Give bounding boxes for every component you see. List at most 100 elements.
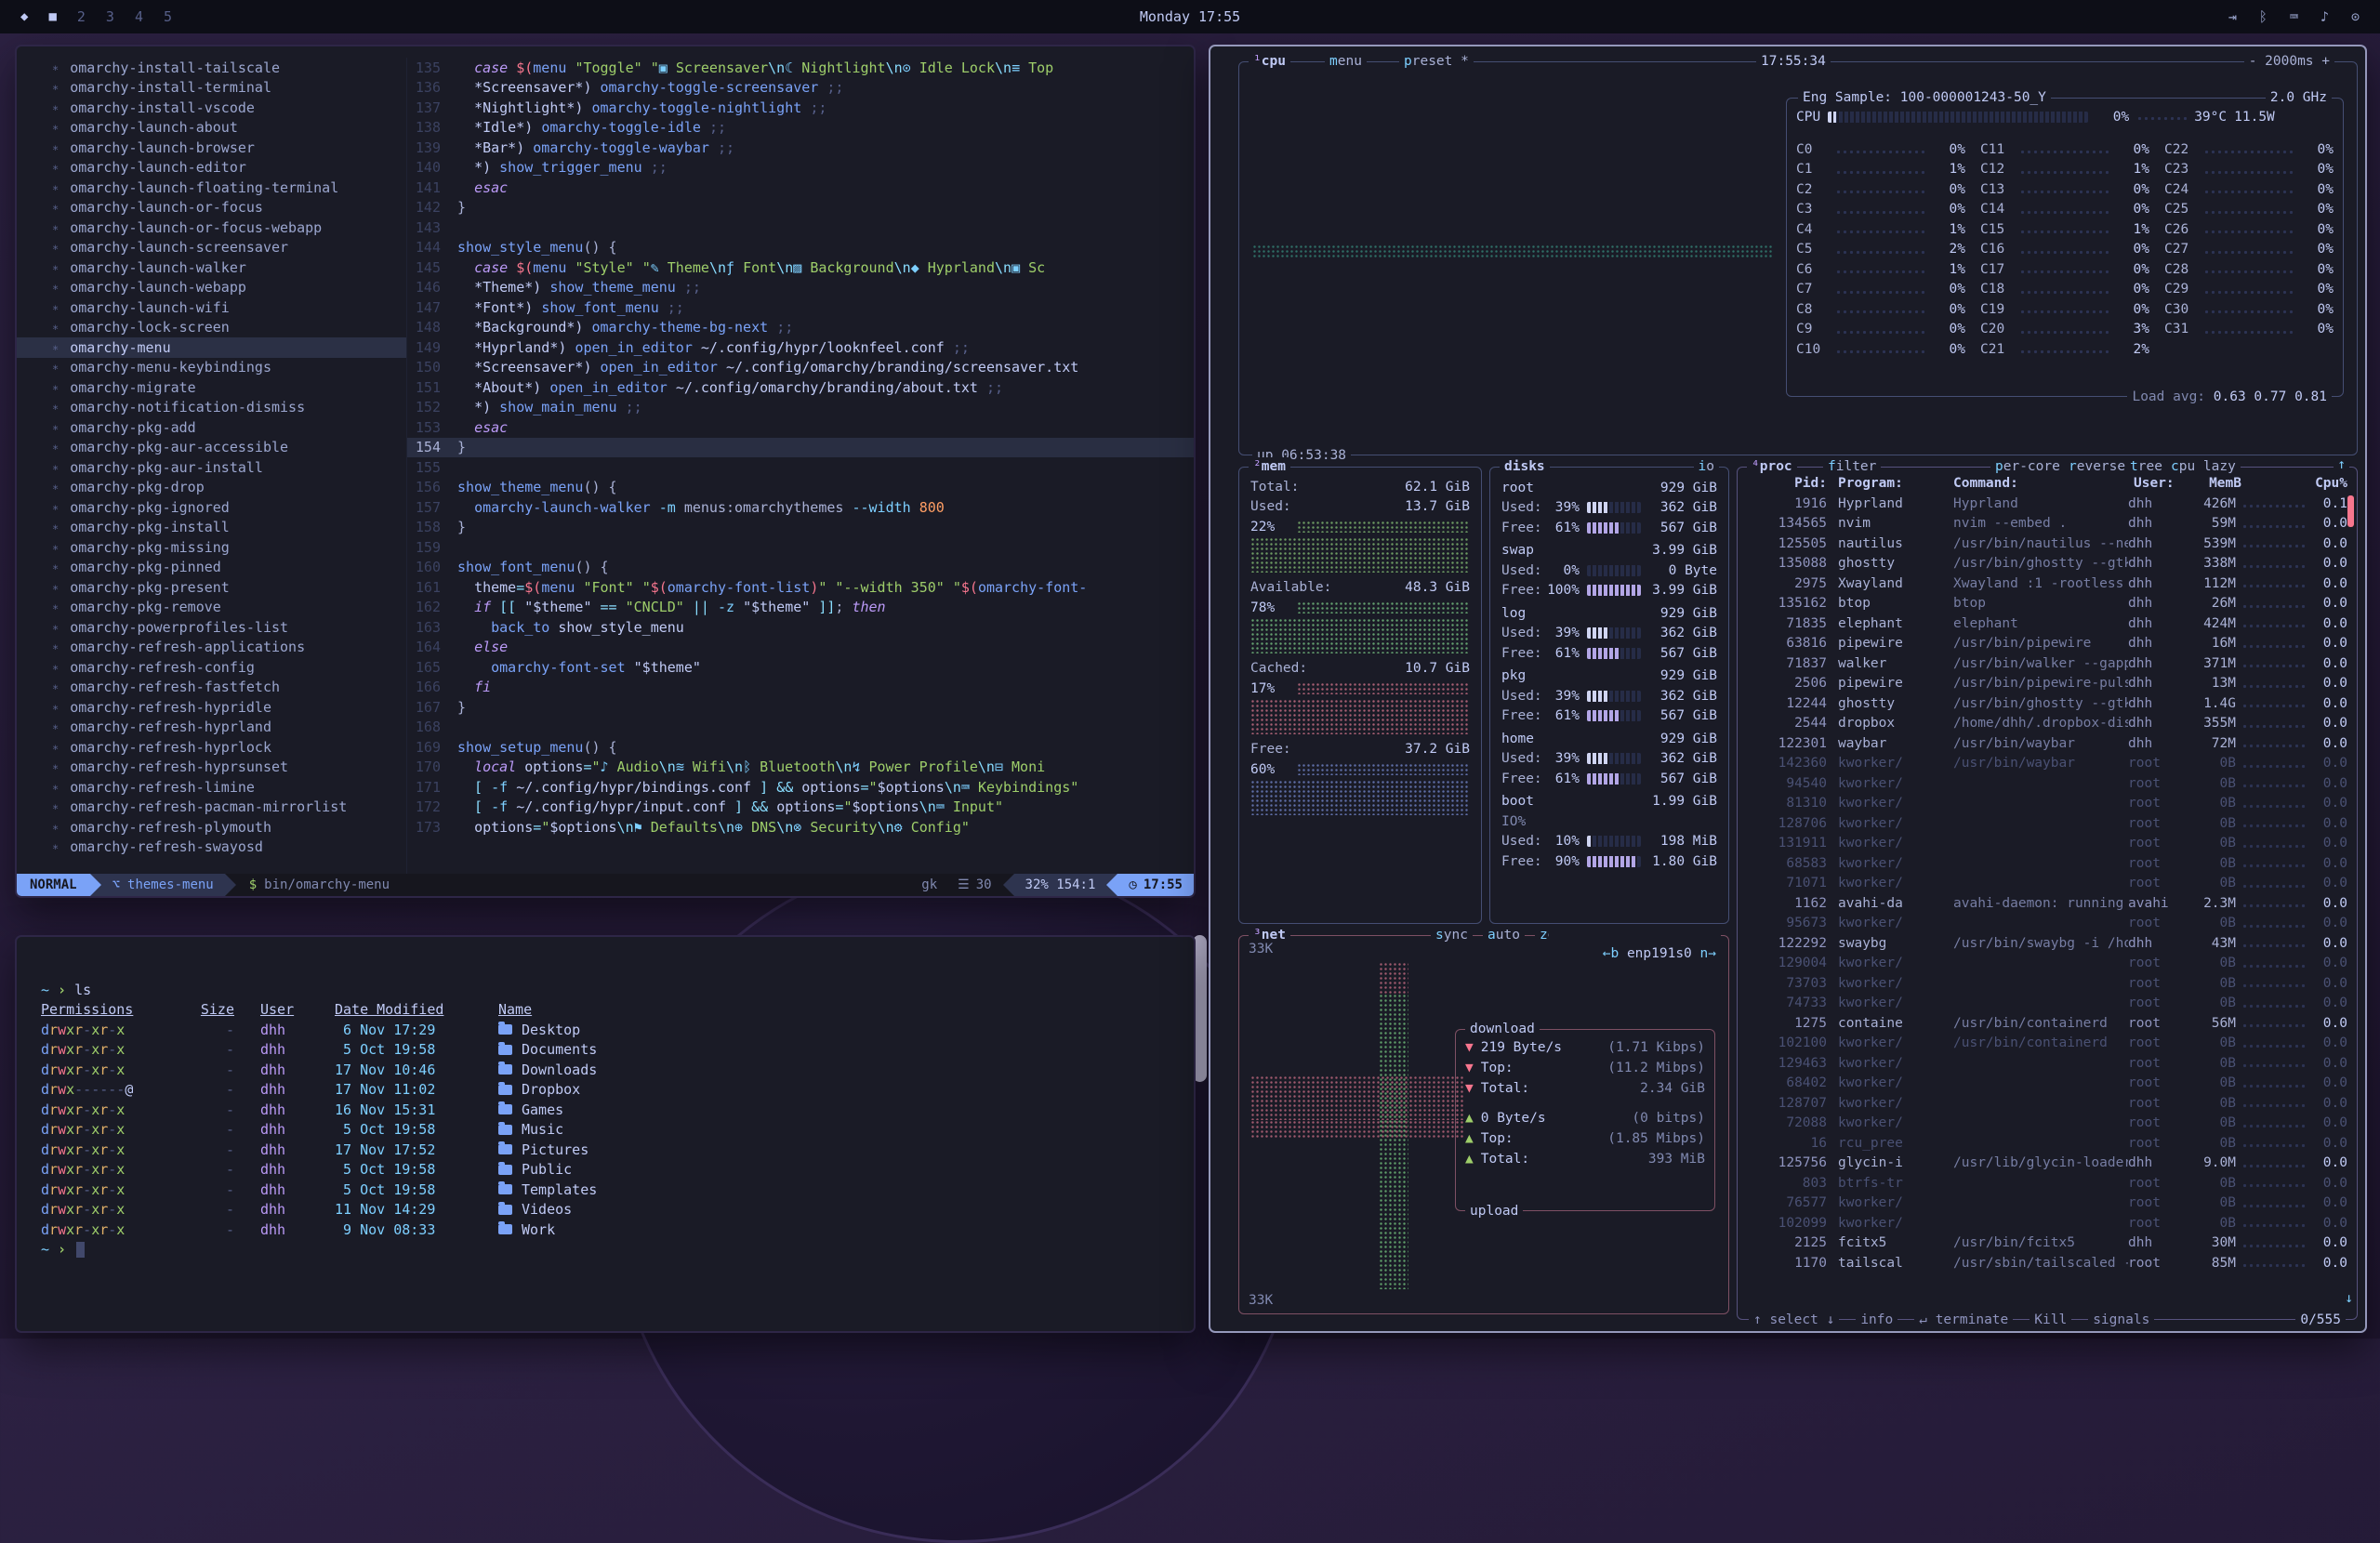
file-item[interactable]: ∗omarchy-refresh-hyprsunset [17, 758, 406, 778]
ls-row[interactable]: drwxr-xr-x-dhh 5 Oct 19:58Documents [41, 1040, 1170, 1061]
proc-column-header[interactable]: MemB [2193, 476, 2241, 491]
proc-row[interactable]: 71837walker/usr/bin/walker --gappldhh371… [1747, 653, 2347, 674]
file-item[interactable]: ∗omarchy-launch-floating-terminal [17, 178, 406, 198]
file-item[interactable]: ∗omarchy-pkg-pinned [17, 558, 406, 578]
code-area[interactable]: 135 case $(menu "Toggle" "▣ Screensaver\… [407, 58, 1194, 877]
prev-interface-icon[interactable]: ←b [1603, 946, 1619, 961]
ls-row[interactable]: drwx------@-dhh17 Nov 11:02Dropbox [41, 1080, 1170, 1101]
ls-row[interactable]: drwxr-xr-x-dhh 5 Oct 19:58Music [41, 1120, 1170, 1141]
proc-column-header[interactable]: Pid: [1747, 476, 1827, 491]
net-auto-button[interactable]: auto [1483, 926, 1525, 944]
file-list[interactable]: ∗omarchy-install-tailscale∗omarchy-insta… [17, 58, 407, 877]
ls-row[interactable]: drwxr-xr-x-dhh 6 Nov 17:29Desktop [41, 1020, 1170, 1040]
logout-icon[interactable]: ⇥ [2228, 8, 2237, 25]
proc-row[interactable]: 71835elephantelephantdhh424M0.0 [1747, 613, 2347, 634]
net-interface-switcher[interactable]: ←b enp191s0 n→ [1549, 926, 1721, 982]
file-item[interactable]: ∗omarchy-pkg-aur-install [17, 457, 406, 478]
proc-row[interactable]: 102100kworker//usr/bin/containerdroot0B0… [1747, 1034, 2347, 1054]
volume-icon[interactable]: ♪ [2320, 8, 2329, 25]
proc-row[interactable]: 128706kworker/root0B0.0 [1747, 813, 2347, 834]
proc-row[interactable]: 63816pipewire/usr/bin/pipewiredhh16M0.0 [1747, 634, 2347, 654]
file-item[interactable]: ∗omarchy-refresh-swayosd [17, 837, 406, 858]
proc-row[interactable]: 125756glycin-i/usr/lib/glycin-loadersdhh… [1747, 1154, 2347, 1174]
file-item[interactable]: ∗omarchy-pkg-install [17, 518, 406, 538]
file-item[interactable]: ∗omarchy-powerprofiles-list [17, 617, 406, 638]
file-item[interactable]: ∗omarchy-refresh-applications [17, 638, 406, 658]
file-item[interactable]: ∗omarchy-install-terminal [17, 78, 406, 99]
proc-row[interactable]: 2544dropbox/home/dhh/.dropbox-distdhh355… [1747, 714, 2347, 734]
file-item[interactable]: ∗omarchy-refresh-pacman-mirrorlist [17, 798, 406, 818]
proc-row[interactable]: 129004kworker/root0B0.0 [1747, 954, 2347, 974]
file-item[interactable]: ∗omarchy-launch-wifi [17, 297, 406, 318]
file-item[interactable]: ∗omarchy-launch-editor [17, 158, 406, 178]
cpu-panel-title[interactable]: ¹cpu [1249, 52, 1290, 71]
ls-row[interactable]: drwxr-xr-x-dhh 5 Oct 19:58Public [41, 1160, 1170, 1180]
scroll-down-indicator[interactable]: ↓ [2345, 1291, 2353, 1306]
file-item[interactable]: ∗omarchy-migrate [17, 377, 406, 398]
ls-row[interactable]: drwxr-xr-x-dhh 9 Nov 08:33Work [41, 1220, 1170, 1240]
keyboard-icon[interactable]: ⌨ [2290, 8, 2298, 25]
proc-row[interactable]: 134565nvimnvim --embed .dhh59M0.0 [1747, 514, 2347, 534]
file-item[interactable]: ∗omarchy-pkg-missing [17, 537, 406, 558]
net-sync-button[interactable]: sync [1431, 926, 1473, 944]
proc-column-header[interactable]: Cpu% [2241, 476, 2347, 491]
file-item[interactable]: ∗omarchy-launch-or-focus [17, 198, 406, 218]
select-control[interactable]: ↑ select ↓ [1749, 1311, 1839, 1329]
file-item[interactable]: ∗omarchy-launch-walker [17, 257, 406, 278]
proc-row[interactable]: 129463kworker/root0B0.0 [1747, 1053, 2347, 1074]
ls-row[interactable]: drwxr-xr-x-dhh17 Nov 17:52Pictures [41, 1140, 1170, 1160]
file-item[interactable]: ∗omarchy-launch-about [17, 118, 406, 138]
menu-button[interactable]: menu [1325, 52, 1367, 71]
file-item[interactable]: ∗omarchy-refresh-plymouth [17, 817, 406, 837]
proc-row[interactable]: 72088kworker/root0B0.0 [1747, 1114, 2347, 1134]
proc-row[interactable]: 16rcu_preeroot0B0.0 [1747, 1133, 2347, 1154]
io-mode-button[interactable]: io [1694, 457, 1719, 476]
info-button[interactable]: info [1856, 1311, 1897, 1329]
proc-row[interactable]: 128707kworker/root0B0.0 [1747, 1093, 2347, 1114]
update-interval-control[interactable]: - 2000ms + [2244, 52, 2334, 71]
proc-row[interactable]: 1916HyprlandHyprlanddhh426M0.1 [1747, 494, 2347, 514]
scroll-up-indicator[interactable]: ↑ [2334, 457, 2349, 472]
proc-row[interactable]: 73703kworker/root0B0.0 [1747, 973, 2347, 994]
proc-row[interactable]: 68583kworker/root0B0.0 [1747, 853, 2347, 874]
workspace-active-icon[interactable]: ■ [48, 9, 56, 24]
power-icon[interactable]: ⊙ [2351, 8, 2360, 25]
bluetooth-icon[interactable]: ᛒ [2259, 8, 2268, 25]
file-item[interactable]: ∗omarchy-refresh-hyprlock [17, 737, 406, 758]
signals-button[interactable]: signals [2088, 1311, 2154, 1329]
proc-row[interactable]: 68402kworker/root0B0.0 [1747, 1074, 2347, 1094]
proc-row[interactable]: 76577kworker/root0B0.0 [1747, 1194, 2347, 1214]
proc-row[interactable]: 125505nautilus/usr/bin/nautilus --newdhh… [1747, 534, 2347, 554]
proc-row[interactable]: 71071kworker/root0B0.0 [1747, 874, 2347, 894]
proc-row[interactable]: 2975XwaylandXwayland :1 -rootless -dhh11… [1747, 574, 2347, 594]
proc-row[interactable]: 1170tailscal/usr/sbin/tailscaled --root8… [1747, 1253, 2347, 1273]
proc-row[interactable]: 1162avahi-daavahi-daemon: running [avahi… [1747, 893, 2347, 914]
file-item[interactable]: ∗omarchy-pkg-remove [17, 598, 406, 618]
disks-panel-title[interactable]: disks [1500, 457, 1550, 476]
ls-row[interactable]: drwxr-xr-x-dhh 5 Oct 19:58Templates [41, 1180, 1170, 1200]
proc-row[interactable]: 94540kworker/root0B0.0 [1747, 773, 2347, 794]
file-item[interactable]: ∗omarchy-launch-webapp [17, 278, 406, 298]
file-item[interactable]: ∗omarchy-lock-screen [17, 318, 406, 338]
proc-row[interactable]: 142360kworker//usr/bin/waybarroot0B0.0 [1747, 754, 2347, 774]
proc-row[interactable]: 131911kworker/root0B0.0 [1747, 834, 2347, 854]
ls-row[interactable]: drwxr-xr-x-dhh16 Nov 15:31Games [41, 1100, 1170, 1120]
preset-button[interactable]: preset * [1399, 52, 1474, 71]
workspace-2[interactable]: 2 [77, 8, 86, 25]
file-item[interactable]: ∗omarchy-refresh-limine [17, 777, 406, 798]
next-interface-icon[interactable]: n→ [1700, 946, 1716, 961]
workspace-4[interactable]: 4 [135, 8, 143, 25]
workspace-3[interactable]: 3 [106, 8, 114, 25]
proc-row[interactable]: 81310kworker/root0B0.0 [1747, 794, 2347, 814]
proc-scrollbar[interactable] [2347, 495, 2354, 527]
file-item[interactable]: ∗omarchy-refresh-hypridle [17, 697, 406, 718]
file-item[interactable]: ∗omarchy-refresh-hyprland [17, 718, 406, 738]
workspace-5[interactable]: 5 [164, 8, 172, 25]
proc-column-header[interactable]: Program: [1838, 476, 1942, 491]
proc-row[interactable]: 135088ghostty/usr/bin/ghostty --gtk-dhh3… [1747, 554, 2347, 574]
proc-row[interactable]: 803btrfs-trroot0B0.0 [1747, 1173, 2347, 1194]
proc-row[interactable]: 74733kworker/root0B0.0 [1747, 994, 2347, 1014]
proc-row[interactable]: 12244ghostty/usr/bin/ghostty --gtk-dhh1.… [1747, 693, 2347, 714]
workspace-active-icon[interactable]: ◆ [20, 9, 28, 24]
proc-row[interactable]: 2506pipewire/usr/bin/pipewire-pulsedhh13… [1747, 674, 2347, 694]
